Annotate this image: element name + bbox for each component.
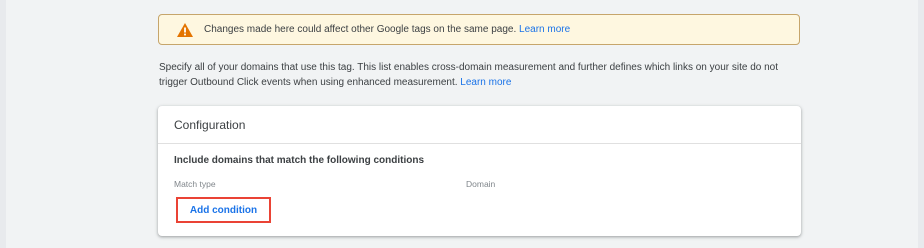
warning-learn-more-link[interactable]: Learn more xyxy=(519,24,570,35)
right-edge xyxy=(918,0,924,248)
add-condition-button[interactable]: Add condition xyxy=(176,197,271,223)
warning-icon xyxy=(176,22,194,38)
rule-title: Include domains that match the following… xyxy=(174,155,425,166)
warning-text: Changes made here could affect other Goo… xyxy=(204,24,571,35)
match-type-column-label: Match type xyxy=(174,179,216,189)
configuration-title: Configuration xyxy=(174,117,246,132)
description-learn-more-link[interactable]: Learn more xyxy=(460,77,511,88)
description: Specify all of your domains that use thi… xyxy=(159,60,809,90)
warning-banner: Changes made here could affect other Goo… xyxy=(158,14,800,45)
left-edge xyxy=(0,0,6,248)
domain-column-label: Domain xyxy=(466,179,496,189)
configuration-card: Configuration Include domains that match… xyxy=(158,106,801,236)
configuration-header: Configuration xyxy=(158,106,801,144)
